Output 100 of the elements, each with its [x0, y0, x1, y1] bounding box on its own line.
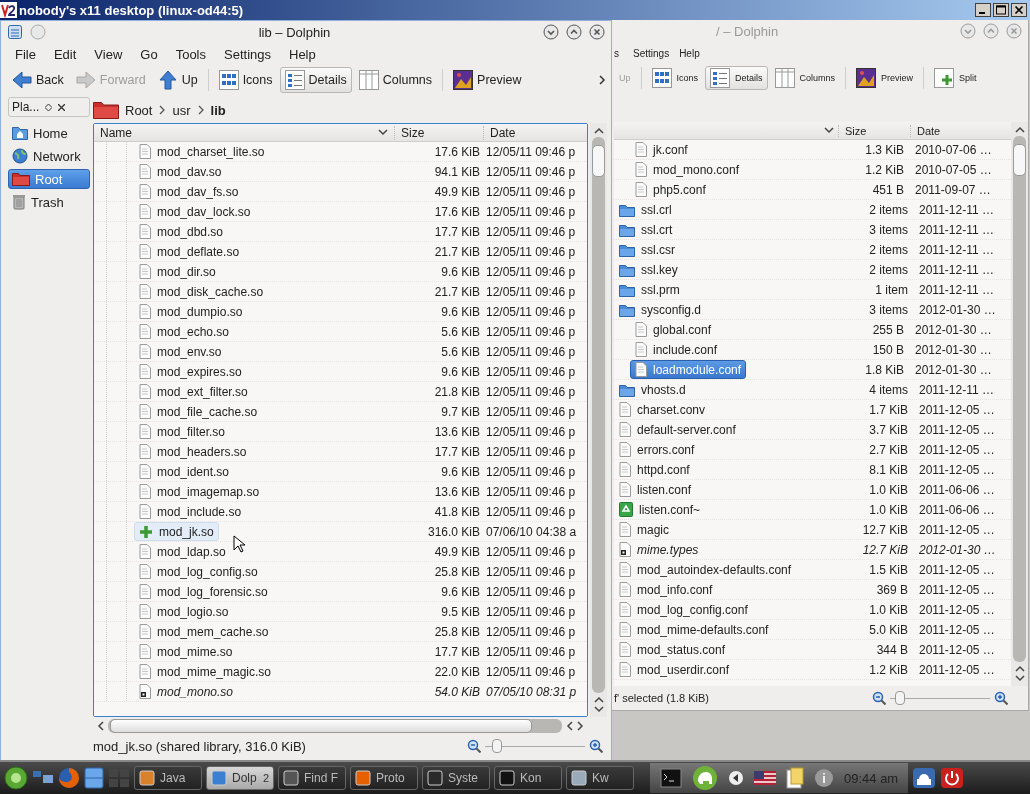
menu-item[interactable]: Tools: [167, 46, 216, 62]
close-icon[interactable]: [58, 103, 66, 111]
list-entry[interactable]: mod_dav_fs.so: [134, 182, 244, 201]
scroll-left-icon[interactable]: [566, 721, 573, 731]
vertical-scrollbar[interactable]: [590, 123, 607, 717]
places-item[interactable]: Home: [8, 123, 90, 143]
list-entry[interactable]: ssl.key: [614, 260, 683, 279]
list-entry[interactable]: mod_info.conf: [614, 580, 718, 599]
list-entry[interactable]: mod_dav_lock.so: [134, 202, 256, 221]
scroll-down-icon[interactable]: [1014, 675, 1025, 682]
list-entry[interactable]: mod_mime-defaults.conf: [614, 620, 774, 639]
column-header[interactable]: Date: [910, 124, 941, 137]
menu-item[interactable]: s: [614, 47, 633, 59]
slider-handle[interactable]: [895, 691, 905, 705]
list-entry[interactable]: mod_filter.so: [134, 422, 231, 441]
breadcrumb-item[interactable]: usr: [172, 102, 191, 118]
minimize-icon[interactable]: [543, 24, 559, 40]
column-header[interactable]: Name: [94, 125, 378, 140]
arrow-left-icon[interactable]: [728, 770, 744, 786]
menu-item[interactable]: Go: [132, 46, 168, 62]
list-entry[interactable]: mod_mime.so: [134, 642, 238, 661]
list-entry[interactable]: listen.conf: [614, 480, 697, 499]
toolbar-button[interactable]: Icons: [646, 66, 704, 90]
list-entry[interactable]: php5.conf: [630, 180, 711, 199]
scroll-up-icon[interactable]: [593, 127, 604, 134]
list-entry[interactable]: mod_ident.so: [134, 462, 235, 481]
list-entry[interactable]: mod_ext_filter.so: [134, 382, 253, 401]
toolbar-button[interactable]: Details: [705, 66, 768, 90]
list-entry[interactable]: httpd.conf: [614, 460, 695, 479]
list-entry[interactable]: include.conf: [630, 340, 723, 359]
breadcrumb-item[interactable]: Root: [125, 102, 153, 118]
list-entry[interactable]: mod_dir.so: [134, 262, 221, 281]
close-icon[interactable]: [589, 24, 605, 40]
list-entry[interactable]: mod_log_config.so: [134, 562, 263, 581]
pin-icon[interactable]: [45, 103, 53, 111]
toolbar-button[interactable]: Split: [929, 66, 982, 90]
menu-item[interactable]: Settings: [216, 46, 281, 62]
scrollbar-thumb[interactable]: [1013, 144, 1026, 176]
list-entry[interactable]: errors.conf: [614, 440, 700, 459]
menu-item[interactable]: Settings: [633, 47, 680, 59]
list-entry[interactable]: ssl.prm: [614, 280, 685, 299]
window-menu-icon[interactable]: [7, 24, 23, 40]
info-icon[interactable]: [814, 768, 834, 788]
list-entry[interactable]: vhosts.d: [614, 380, 691, 399]
list-entry[interactable]: mod_mem_cache.so: [134, 622, 274, 641]
scroll-down-icon[interactable]: [593, 706, 604, 713]
list-entry[interactable]: mod_mime_magic.so: [134, 662, 277, 681]
list-entry[interactable]: mod_userdir.conf: [614, 660, 735, 679]
menu-item[interactable]: File: [7, 46, 46, 62]
column-header[interactable]: Date: [483, 125, 516, 140]
file-cabinet-icon[interactable]: [84, 767, 104, 789]
list-entry[interactable]: sysconfig.d: [614, 300, 707, 319]
toolbar-button[interactable]: Details: [279, 67, 352, 93]
column-header[interactable]: Size: [394, 125, 483, 140]
scroll-up-icon[interactable]: [1014, 665, 1025, 672]
flag-icon[interactable]: [754, 771, 776, 785]
scroll-up-icon[interactable]: [1014, 126, 1025, 133]
menu-item[interactable]: Edit: [45, 46, 87, 62]
list-entry[interactable]: mod_mono.so: [134, 682, 239, 701]
list-entry[interactable]: mod_echo.so: [134, 322, 235, 341]
places-item[interactable]: Network: [8, 146, 90, 166]
list-entry[interactable]: mod_jk.so: [134, 522, 219, 541]
list-entry[interactable]: ssl.crl: [614, 200, 677, 219]
scroll-right-icon[interactable]: [577, 721, 584, 731]
task-button[interactable]: Kw: [566, 766, 634, 790]
toolbar-button[interactable]: Preview: [448, 67, 527, 93]
list-entry[interactable]: mod_disk_cache.so: [134, 282, 269, 301]
list-entry[interactable]: mod_mono.conf: [630, 160, 745, 179]
list-entry[interactable]: mod_deflate.so: [134, 242, 245, 261]
power-icon[interactable]: [940, 767, 965, 789]
task-button[interactable]: Find F: [278, 766, 346, 790]
places-item[interactable]: Trash: [8, 192, 90, 212]
list-entry[interactable]: ssl.crt: [614, 220, 678, 239]
list-entry[interactable]: loadmodule.conf: [630, 360, 747, 379]
list-entry[interactable]: default-server.conf: [614, 420, 741, 439]
toolbar-button[interactable]: Columns: [353, 67, 438, 93]
menu-item[interactable]: Help: [679, 47, 710, 59]
task-button[interactable]: Java: [134, 766, 202, 790]
list-entry[interactable]: mod_ldap.so: [134, 542, 231, 561]
toolbar-button[interactable]: Up: [152, 67, 203, 93]
list-entry[interactable]: mod_logio.so: [134, 602, 234, 621]
column-header[interactable]: Size: [838, 124, 910, 137]
list-entry[interactable]: mod_expires.so: [134, 362, 247, 381]
browser-icon[interactable]: [58, 767, 80, 789]
zoom-in-icon[interactable]: [589, 739, 603, 753]
toolbar-button[interactable]: Back: [7, 67, 69, 93]
list-entry[interactable]: jk.conf: [630, 140, 693, 159]
scroll-left-icon[interactable]: [97, 721, 104, 731]
toolbar-button[interactable]: Columns: [769, 66, 841, 90]
list-entry[interactable]: mod_dav.so: [134, 162, 227, 181]
zoom-in-icon[interactable]: [994, 691, 1008, 705]
task-button[interactable]: Kon: [494, 766, 562, 790]
zoom-out-icon[interactable]: [872, 691, 886, 705]
scroll-up-icon[interactable]: [593, 696, 604, 703]
start-menu-icon[interactable]: [4, 766, 28, 790]
terminal-icon[interactable]: [660, 768, 682, 788]
task-button[interactable]: Syste: [422, 766, 490, 790]
list-entry[interactable]: mod_include.so: [134, 502, 247, 521]
list-entry[interactable]: charset.conv: [614, 400, 711, 419]
scrollbar-thumb[interactable]: [592, 145, 605, 177]
